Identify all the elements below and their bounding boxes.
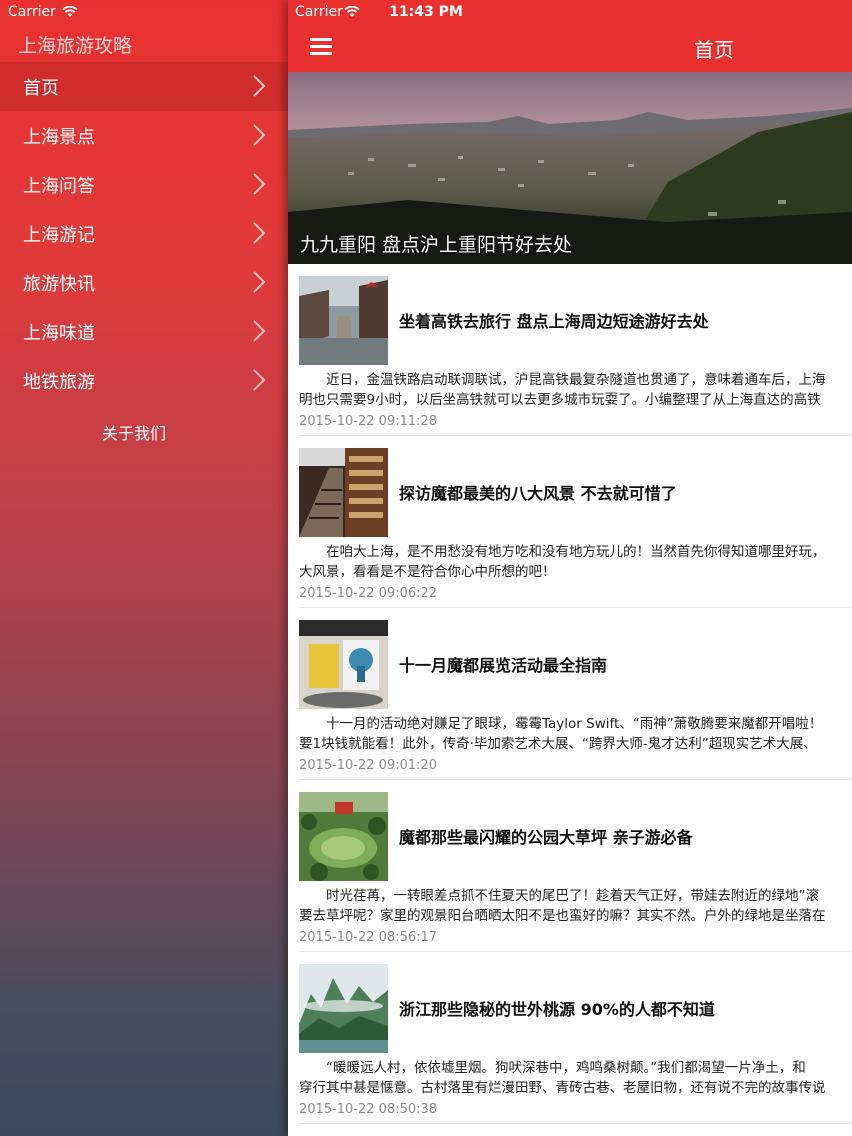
article-summary: 在咱大上海，是不用愁没有地方吃和没有地方玩儿的！当然首先你得知道哪里好玩， 大风…: [299, 542, 852, 582]
article-date: 2015-10-22 09:11:28: [299, 414, 438, 429]
article-summary: “暖暖远人村，依依墟里烟。狗吠深巷中，鸡鸣桑树颠。”我们都渴望一片净土，和 穿行…: [299, 1058, 852, 1098]
article-summary: 十一月的活动绝对赚足了眼球，霉霉Taylor Swift、“雨神”萧敬腾要来魔都…: [299, 714, 852, 754]
sidebar-item-travelogues[interactable]: 上海游记: [0, 209, 288, 258]
article-thumbnail: [299, 964, 388, 1053]
sidebar-item-label: 首页: [23, 77, 59, 99]
article-thumbnail: [299, 448, 388, 537]
article-thumbnail: [299, 276, 388, 365]
summary-line: 大风景，看看是不是符合你心中所想的吧！: [299, 564, 556, 580]
chevron-right-icon: [253, 222, 266, 244]
chevron-right-icon: [253, 75, 266, 97]
article-list: 坐着高铁去旅行 盘点上海周边短途游好去处 近日，金温铁路启动联调联试，沪昆高铁最…: [288, 264, 852, 1124]
article-date: 2015-10-22 09:06:22: [299, 586, 438, 601]
article-item[interactable]: 十一月魔都展览活动最全指南 十一月的活动绝对赚足了眼球，霉霉Taylor Swi…: [288, 608, 852, 780]
sidebar: Carrier 上海旅游攻略 首页 上海景点 上海问答 上海游记 旅游快讯 上海…: [0, 0, 288, 1136]
sidebar-item-label: 上海味道: [23, 322, 95, 344]
sidebar-item-label: 上海问答: [23, 175, 95, 197]
article-summary: 近日，金温铁路启动联调联试，沪昆高铁最复杂隧道也贯通了，意味着通车后，上海 明也…: [299, 370, 852, 410]
sidebar-item-label: 上海游记: [23, 224, 95, 246]
sidebar-item-food[interactable]: 上海味道: [0, 307, 288, 356]
summary-line: 穿行其中甚是惬意。古村落里有烂漫田野、青砖古巷、老屋旧物，还有说不完的故事传说: [299, 1080, 826, 1096]
banner-caption: 九九重阳 盘点沪上重阳节好去处: [300, 234, 573, 256]
featured-banner[interactable]: 九九重阳 盘点沪上重阳节好去处: [288, 72, 852, 264]
main-panel: Carrier 11:43 PM 首页 九九重阳 盘点沪上重阳节好去处 坐着高铁…: [288, 0, 852, 1136]
summary-line: “暖暖远人村，依依墟里烟。狗吠深巷中，鸡鸣桑树颠。”我们都渴望一片净土，和: [299, 1060, 806, 1076]
summary-line: 要去草坪呢？家里的观景阳台晒晒太阳不是也蛮好的嘛？其实不然。户外的绿地是坐落在: [299, 908, 826, 924]
hamburger-icon[interactable]: [310, 38, 332, 56]
article-summary: 时光荏苒，一转眼差点抓不住夏天的尾巴了！趁着天气正好，带娃去附近的绿地”滚 要去…: [299, 886, 852, 926]
sidebar-item-news[interactable]: 旅游快讯: [0, 258, 288, 307]
status-time: 11:43 PM: [389, 4, 463, 20]
sidebar-item-label: 地铁旅游: [23, 371, 95, 393]
about-us-link[interactable]: 关于我们: [0, 420, 268, 444]
article-item[interactable]: 浙江那些隐秘的世外桃源 90%的人都不知道 “暖暖远人村，依依墟里烟。狗吠深巷中…: [288, 952, 852, 1124]
chevron-right-icon: [253, 173, 266, 195]
sidebar-item-attractions[interactable]: 上海景点: [0, 111, 288, 160]
summary-line: 近日，金温铁路启动联调联试，沪昆高铁最复杂隧道也贯通了，意味着通车后，上海: [299, 372, 826, 388]
article-date: 2015-10-22 08:56:17: [299, 930, 438, 945]
chevron-right-icon: [253, 369, 266, 391]
sidebar-item-qa[interactable]: 上海问答: [0, 160, 288, 209]
article-title: 十一月魔都展览活动最全指南: [399, 656, 608, 675]
sidebar-title: 上海旅游攻略: [18, 35, 133, 57]
page-title: 首页: [694, 38, 734, 62]
article-title: 坐着高铁去旅行 盘点上海周边短途游好去处: [399, 312, 709, 331]
app-screen: Carrier 上海旅游攻略 首页 上海景点 上海问答 上海游记 旅游快讯 上海…: [0, 0, 852, 1136]
summary-line: 要1块钱就能看！此外，传奇·毕加索艺术大展、“跨界大师-鬼才达利”超现实艺术大展…: [299, 736, 817, 752]
article-title: 魔都那些最闪耀的公园大草坪 亲子游必备: [399, 828, 693, 847]
article-item[interactable]: 坐着高铁去旅行 盘点上海周边短途游好去处 近日，金温铁路启动联调联试，沪昆高铁最…: [288, 264, 852, 436]
sidebar-item-label: 上海景点: [23, 126, 95, 148]
sidebar-item-home[interactable]: 首页: [0, 62, 288, 111]
sidebar-menu: 首页 上海景点 上海问答 上海游记 旅游快讯 上海味道 地铁旅游: [0, 62, 288, 405]
summary-line: 十一月的活动绝对赚足了眼球，霉霉Taylor Swift、“雨神”萧敬腾要来魔都…: [299, 716, 823, 732]
article-thumbnail: [299, 620, 388, 709]
chevron-right-icon: [253, 320, 266, 342]
sidebar-item-label: 旅游快讯: [23, 273, 95, 295]
summary-line: 时光荏苒，一转眼差点抓不住夏天的尾巴了！趁着天气正好，带娃去附近的绿地”滚: [299, 888, 819, 904]
article-item[interactable]: 魔都那些最闪耀的公园大草坪 亲子游必备 时光荏苒，一转眼差点抓不住夏天的尾巴了！…: [288, 780, 852, 952]
article-item[interactable]: 探访魔都最美的八大风景 不去就可惜了 在咱大上海，是不用愁没有地方吃和没有地方玩…: [288, 436, 852, 608]
article-date: 2015-10-22 09:01:20: [299, 758, 438, 773]
article-date: 2015-10-22 08:50:38: [299, 1102, 438, 1117]
navbar: Carrier 11:43 PM 首页: [288, 0, 852, 72]
article-title: 浙江那些隐秘的世外桃源 90%的人都不知道: [399, 1000, 715, 1019]
chevron-right-icon: [253, 271, 266, 293]
summary-line: 明也只需要9小时，以后坐高铁就可以去更多城市玩耍了。小编整理了从上海直达的高铁: [299, 392, 821, 408]
chevron-right-icon: [253, 124, 266, 146]
status-bar: Carrier 11:43 PM: [288, 0, 852, 24]
article-thumbnail: [299, 792, 388, 881]
divider: [299, 1123, 852, 1124]
article-title: 探访魔都最美的八大风景 不去就可惜了: [399, 484, 677, 503]
sidebar-item-metro[interactable]: 地铁旅游: [0, 356, 288, 405]
summary-line: 在咱大上海，是不用愁没有地方吃和没有地方玩儿的！当然首先你得知道哪里好玩，: [299, 544, 826, 560]
